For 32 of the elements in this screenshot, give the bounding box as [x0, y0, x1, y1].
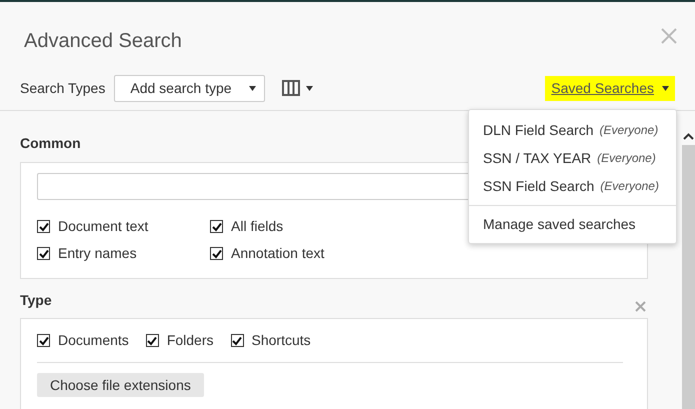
checkbox-label: Document text — [58, 217, 148, 236]
caret-icon — [249, 86, 256, 90]
search-type-select[interactable]: Add search type — [114, 74, 266, 102]
saved-search-item[interactable]: SSN / TAX YEAR (Everyone) — [469, 144, 676, 172]
checkbox-label: Documents — [58, 331, 129, 350]
checkbox[interactable] — [210, 220, 223, 233]
section-title: Common — [20, 134, 81, 153]
section-title: Type — [20, 291, 52, 310]
checkbox[interactable] — [210, 247, 223, 260]
checkbox-label: Folders — [166, 331, 214, 350]
saved-searches-link[interactable]: Saved Searches — [545, 76, 675, 100]
caret-icon — [306, 86, 314, 90]
checkbox[interactable] — [230, 334, 244, 347]
columns-icon — [282, 80, 300, 96]
checkbox-label: Entry names — [58, 244, 137, 263]
caret-icon — [662, 86, 669, 90]
scroll-up-icon — [683, 133, 694, 140]
checkbox[interactable] — [37, 220, 50, 233]
scrollbar[interactable] — [682, 133, 695, 409]
manage-saved-searches-item[interactable]: Manage saved searches — [469, 211, 676, 237]
checkbox[interactable] — [37, 247, 50, 260]
checkbox[interactable] — [37, 334, 50, 347]
checkbox-label: Shortcuts — [252, 331, 311, 350]
search-types-label: Search Types — [20, 78, 106, 98]
checkbox-label: All fields — [231, 217, 284, 236]
saved-search-item[interactable]: SSN Field Search (Everyone) — [469, 172, 676, 200]
choose-extensions-button[interactable]: Choose file extensions — [37, 373, 204, 397]
checkbox-label: Annotation text — [231, 244, 324, 263]
checkbox[interactable] — [146, 334, 159, 347]
columns-button[interactable] — [282, 80, 314, 96]
saved-search-item[interactable]: DLN Field Search (Everyone) — [469, 116, 676, 144]
dialog-title: Advanced Search — [24, 29, 182, 54]
